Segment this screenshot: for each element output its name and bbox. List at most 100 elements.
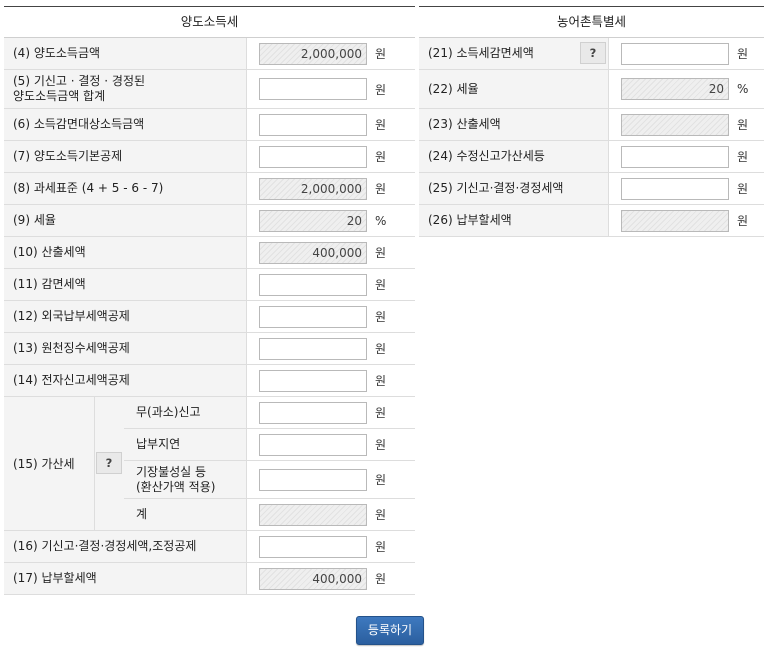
row-label: (16) 기신고·결정·경정세액,조정공제 xyxy=(4,531,247,562)
row-22-rate: (22) 세율 % xyxy=(419,70,764,109)
penalty-late-payment-field[interactable] xyxy=(259,433,367,456)
penalty-late-payment-row: 납부지연 원 xyxy=(124,429,415,461)
row-label: (9) 세율 xyxy=(4,205,247,236)
row-label: (24) 수정신고가산세등 xyxy=(419,141,609,172)
penalty-help-cell: ? xyxy=(95,397,125,530)
row-5-previous-total: (5) 기신고 · 결정 · 경정된 양도소득금액 합계 원 xyxy=(4,70,415,109)
income-tax-reduction-field[interactable] xyxy=(621,42,729,65)
special-calculated-tax-field xyxy=(621,113,729,136)
row-label: (13) 원천징수세액공제 xyxy=(4,333,247,364)
row-label: (26) 납부할세액 xyxy=(419,205,609,236)
unit-label: 원 xyxy=(375,374,387,388)
row-11-tax-reduction: (11) 감면세액 원 xyxy=(4,269,415,301)
row-label: 계 xyxy=(124,499,247,530)
unit-label: 원 xyxy=(737,182,749,196)
row-9-tax-rate: (9) 세율 % xyxy=(4,205,415,237)
row-10-calculated-tax: (10) 산출세액 원 xyxy=(4,237,415,269)
row-label: (22) 세율 xyxy=(419,70,609,108)
previous-tax-field[interactable] xyxy=(621,177,729,200)
unit-label: % xyxy=(737,82,749,96)
row-label: (11) 감면세액 xyxy=(4,269,247,300)
unit-label: 원 xyxy=(375,310,387,324)
unit-label: 원 xyxy=(375,278,387,292)
tax-rate-field xyxy=(259,209,367,232)
row-label: (8) 과세표준 (4 + 5 - 6 - 7) xyxy=(4,173,247,204)
unit-label: 원 xyxy=(375,540,387,554)
foreign-tax-credit-field[interactable] xyxy=(259,305,367,328)
penalty-label: (15) 가산세 xyxy=(4,397,95,530)
row-label: (17) 납부할세액 xyxy=(4,563,247,594)
unit-label: 원 xyxy=(375,342,387,356)
unit-label: 원 xyxy=(737,118,749,132)
unit-label: 원 xyxy=(375,572,387,586)
row-label: (5) 기신고 · 결정 · 경정된 양도소득금액 합계 xyxy=(4,70,247,108)
rural-special-tax-header: 농어촌특별세 xyxy=(419,6,764,38)
tax-payable-field xyxy=(259,567,367,590)
penalty-total-row: 계 원 xyxy=(124,499,415,530)
special-tax-payable-field xyxy=(621,209,729,232)
row-label-text: 기장불성실 등 (환산가액 적용) xyxy=(136,464,216,494)
unit-label: 원 xyxy=(737,47,749,61)
row-4-capital-gains-income: (4) 양도소득금액 원 xyxy=(4,38,415,70)
capital-gains-income-field xyxy=(259,42,367,65)
adjustment-field[interactable] xyxy=(259,535,367,558)
register-button[interactable]: 등록하기 xyxy=(356,616,424,645)
row-label: (7) 양도소득기본공제 xyxy=(4,141,247,172)
penalty-underreport-row: 무(과소)신고 원 xyxy=(124,397,415,429)
unit-label: 원 xyxy=(375,82,387,97)
unit-label: 원 xyxy=(375,438,387,452)
row-label-text: (5) 기신고 · 결정 · 경정된 양도소득금액 합계 xyxy=(13,74,146,103)
row-label: (6) 소득감면대상소득금액 xyxy=(4,109,247,140)
tax-base-field xyxy=(259,177,367,200)
capital-gains-tax-panel: 양도소득세 (4) 양도소득금액 원 (5) 기신고 · 결정 · 경정된 양도… xyxy=(4,6,415,595)
withholding-credit-field[interactable] xyxy=(259,337,367,360)
row-14-e-filing-credit: (14) 전자신고세액공제 원 xyxy=(4,365,415,397)
row-label: 납부지연 xyxy=(124,429,247,460)
unit-label: 원 xyxy=(375,182,387,196)
amended-penalty-field[interactable] xyxy=(621,145,729,168)
unit-label: 원 xyxy=(375,406,387,420)
row-23-calculated-tax: (23) 산출세액 원 xyxy=(419,109,764,141)
unit-label: 원 xyxy=(375,47,387,61)
row-label: (10) 산출세액 xyxy=(4,237,247,268)
row-label: (4) 양도소득금액 xyxy=(4,38,247,69)
penalty-underreport-field[interactable] xyxy=(259,401,367,424)
row-26-tax-payable: (26) 납부할세액 원 xyxy=(419,205,764,237)
row-label: (12) 외국납부세액공제 xyxy=(4,301,247,332)
row-7-basic-deduction: (7) 양도소득기본공제 원 xyxy=(4,141,415,173)
row-label: 기장불성실 등 (환산가액 적용) xyxy=(124,461,247,498)
unit-label: 원 xyxy=(737,214,749,228)
unit-label: 원 xyxy=(737,150,749,164)
penalty-bookkeeping-row: 기장불성실 등 (환산가액 적용) 원 xyxy=(124,461,415,499)
previous-income-total-field[interactable] xyxy=(259,78,367,100)
reduction-target-income-field[interactable] xyxy=(259,113,367,136)
row-17-tax-payable: (17) 납부할세액 원 xyxy=(4,563,415,595)
unit-label: % xyxy=(375,213,387,228)
row-15-penalty-group: (15) 가산세 ? 무(과소)신고 원 납부지연 원 기장불성실 등 (환산가… xyxy=(4,397,415,531)
row-8-tax-base: (8) 과세표준 (4 + 5 - 6 - 7) 원 xyxy=(4,173,415,205)
unit-label: 원 xyxy=(375,508,387,522)
penalty-help-button[interactable]: ? xyxy=(96,452,122,474)
unit-label: 원 xyxy=(375,150,387,164)
row-label: (23) 산출세액 xyxy=(419,109,609,140)
basic-deduction-field[interactable] xyxy=(259,145,367,168)
unit-label: 원 xyxy=(375,246,387,260)
penalty-total-field xyxy=(259,503,367,526)
rural-special-tax-panel: 농어촌특별세 (21) 소득세감면세액 ? 원 (22) 세율 % (23) 산… xyxy=(419,6,764,237)
unit-label: 원 xyxy=(375,118,387,132)
penalty-bookkeeping-field[interactable] xyxy=(259,468,367,491)
row-label: 무(과소)신고 xyxy=(124,397,247,428)
special-tax-rate-field xyxy=(621,78,729,100)
reduction-help-button[interactable]: ? xyxy=(580,42,606,64)
row-25-previous-tax: (25) 기신고·결정·경정세액 원 xyxy=(419,173,764,205)
row-6-reduction-target-income: (6) 소득감면대상소득금액 원 xyxy=(4,109,415,141)
unit-label: 원 xyxy=(375,473,387,487)
tax-reduction-field[interactable] xyxy=(259,273,367,296)
e-filing-credit-field[interactable] xyxy=(259,369,367,392)
row-label: (25) 기신고·결정·경정세액 xyxy=(419,173,609,204)
row-24-amended-penalty: (24) 수정신고가산세등 원 xyxy=(419,141,764,173)
row-16-adjustment: (16) 기신고·결정·경정세액,조정공제 원 xyxy=(4,531,415,563)
capital-gains-tax-header: 양도소득세 xyxy=(4,6,415,38)
row-12-foreign-tax-credit: (12) 외국납부세액공제 원 xyxy=(4,301,415,333)
calculated-tax-field xyxy=(259,241,367,264)
